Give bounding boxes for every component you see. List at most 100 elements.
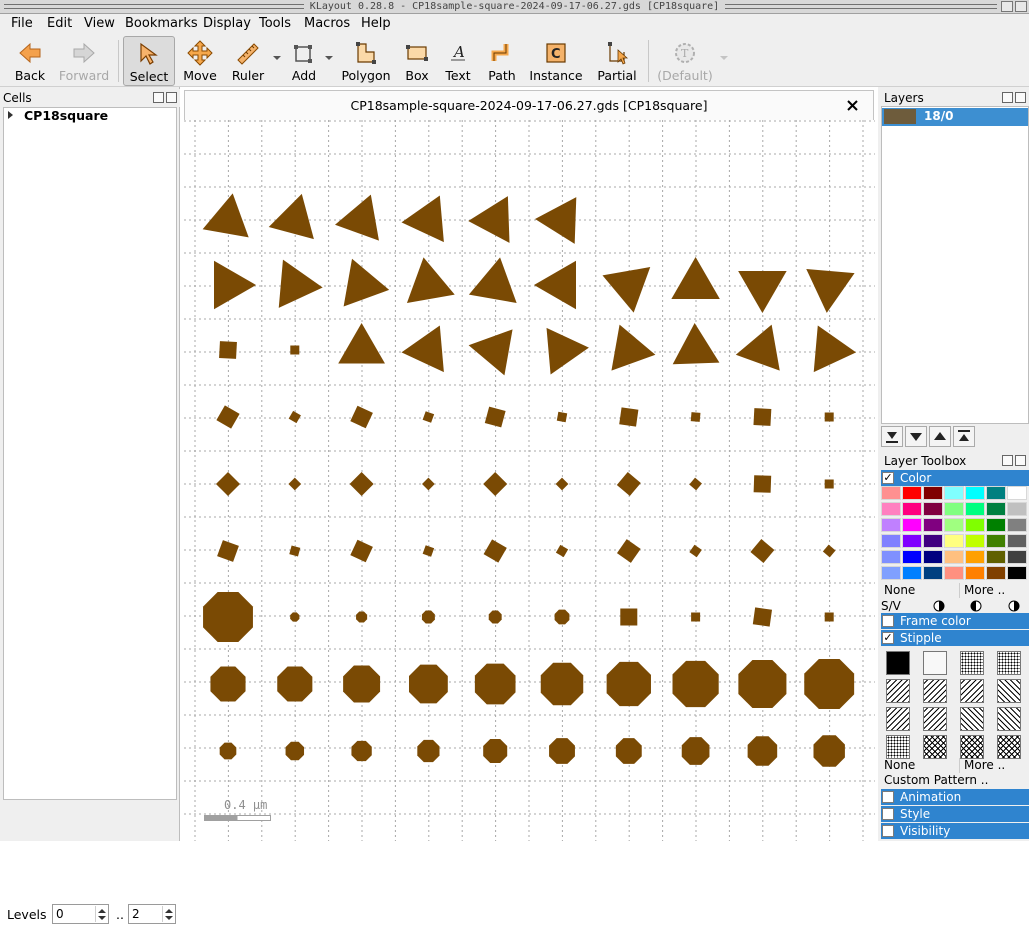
window-titlebar[interactable]: KLayout 0.28.8 - CP18sample-square-2024-… [0, 0, 1029, 14]
color-swatch[interactable] [881, 486, 901, 500]
toolbox-float-icon[interactable] [1002, 455, 1013, 466]
stipple-diag-left-thin-icon[interactable] [997, 707, 1021, 731]
color-swatch[interactable] [881, 534, 901, 548]
polygon-tool-button[interactable]: Polygon [340, 36, 392, 86]
color-swatch[interactable] [965, 518, 985, 532]
color-none-button[interactable]: None [884, 583, 915, 598]
color-swatch[interactable] [881, 566, 901, 580]
stipple-checker-icon[interactable] [960, 735, 984, 759]
stipple-diag-left-bold-icon[interactable] [997, 679, 1021, 703]
layers-close-icon[interactable] [1015, 92, 1026, 103]
stipple-more-button[interactable]: More .. [959, 758, 1005, 773]
stipple-checkbox[interactable]: ✓ [882, 632, 894, 644]
color-swatch[interactable] [881, 518, 901, 532]
color-more-button[interactable]: More .. [959, 583, 1005, 598]
ruler-dropdown-arrow-icon[interactable] [273, 56, 281, 60]
menu-display[interactable]: Display [203, 16, 251, 32]
add-dropdown-arrow-icon[interactable] [325, 56, 333, 60]
box-tool-button[interactable]: Box [398, 36, 436, 86]
color-swatch[interactable] [965, 486, 985, 500]
color-swatch[interactable] [902, 502, 922, 516]
color-swatch[interactable] [902, 550, 922, 564]
stipple-cross-hatch-icon[interactable] [923, 735, 947, 759]
color-swatch[interactable] [923, 486, 943, 500]
color-swatch[interactable] [1007, 566, 1027, 580]
default-template-button[interactable]: T (Default) [654, 36, 716, 86]
spin-arrows-icon[interactable] [95, 906, 107, 922]
expand-arrow-icon[interactable] [8, 111, 13, 119]
color-swatch[interactable] [986, 550, 1006, 564]
spin-arrows-icon[interactable] [162, 906, 174, 922]
color-swatch[interactable] [923, 502, 943, 516]
back-button[interactable]: Back [8, 36, 52, 86]
color-swatch[interactable] [923, 566, 943, 580]
frame-color-section-header[interactable]: Frame color [881, 613, 1029, 629]
path-tool-button[interactable]: Path [482, 36, 522, 86]
cells-float-icon[interactable] [153, 92, 164, 103]
close-window-button[interactable] [1015, 1, 1027, 12]
move-up-icon[interactable] [929, 426, 951, 447]
color-swatch[interactable] [965, 534, 985, 548]
menu-view[interactable]: View [84, 16, 115, 32]
color-swatch[interactable] [1007, 502, 1027, 516]
saturation-icon[interactable] [1008, 600, 1020, 612]
menu-macros[interactable]: Macros [304, 16, 350, 32]
frame-color-checkbox[interactable] [882, 615, 894, 627]
color-section-header[interactable]: ✓ Color [881, 470, 1029, 486]
style-section-header[interactable]: Style [881, 806, 1029, 822]
close-view-icon[interactable] [847, 100, 858, 111]
animation-section-header[interactable]: Animation [881, 789, 1029, 805]
color-swatch[interactable] [944, 502, 964, 516]
color-swatch[interactable] [881, 550, 901, 564]
maximize-button[interactable] [1001, 1, 1013, 12]
cell-item-top[interactable]: CP18square [24, 108, 108, 124]
partial-tool-button[interactable]: Partial [594, 36, 640, 86]
color-swatch[interactable] [1007, 534, 1027, 548]
stipple-diag-right-dense-icon[interactable] [886, 679, 910, 703]
stipple-none-button[interactable]: None [884, 758, 915, 773]
stipple-diamond-hatch-icon[interactable] [997, 735, 1021, 759]
color-swatch[interactable] [923, 534, 943, 548]
instance-tool-button[interactable]: C Instance [528, 36, 584, 86]
style-checkbox[interactable] [882, 808, 894, 820]
levels-to-spinbox[interactable]: 2 [128, 904, 176, 924]
color-swatch[interactable] [1007, 486, 1027, 500]
layer-row[interactable]: 18/0 [882, 108, 1028, 126]
color-swatch[interactable] [944, 534, 964, 548]
stipple-diag-right-bold-icon[interactable] [960, 679, 984, 703]
stipple-diag-right-thin-icon[interactable] [886, 707, 910, 731]
color-swatch[interactable] [944, 486, 964, 500]
stipple-empty-icon[interactable] [923, 651, 947, 675]
color-swatch[interactable] [902, 518, 922, 532]
ruler-tool-button[interactable]: Ruler [226, 36, 270, 86]
custom-pattern-button[interactable]: Custom Pattern .. [881, 773, 1029, 788]
color-swatch[interactable] [965, 566, 985, 580]
color-swatch[interactable] [923, 518, 943, 532]
move-down-icon[interactable] [905, 426, 927, 447]
color-swatch[interactable] [944, 566, 964, 580]
color-swatch[interactable] [902, 566, 922, 580]
text-tool-button[interactable]: A Text [440, 36, 476, 86]
color-swatch[interactable] [986, 534, 1006, 548]
layout-canvas[interactable]: 0.4 µm [184, 120, 875, 841]
stipple-cross-dots-icon[interactable] [886, 735, 910, 759]
stipple-dense-dots-icon[interactable] [960, 651, 984, 675]
stipple-section-header[interactable]: ✓ Stipple [881, 630, 1029, 646]
stipple-diag-right-wide-icon[interactable] [923, 707, 947, 731]
color-swatch[interactable] [944, 518, 964, 532]
color-swatch[interactable] [1007, 550, 1027, 564]
color-swatch[interactable] [944, 550, 964, 564]
move-tool-button[interactable]: Move [179, 36, 221, 86]
move-to-top-icon[interactable] [953, 426, 975, 447]
color-swatch[interactable] [965, 502, 985, 516]
color-swatch[interactable] [902, 486, 922, 500]
visibility-checkbox[interactable] [882, 825, 894, 837]
menu-tools[interactable]: Tools [259, 16, 291, 32]
levels-from-spinbox[interactable]: 0 [52, 904, 109, 924]
stipple-diag-left-icon[interactable] [960, 707, 984, 731]
color-swatch[interactable] [1007, 518, 1027, 532]
cells-close-icon[interactable] [166, 92, 177, 103]
menu-bookmarks[interactable]: Bookmarks [125, 16, 198, 32]
color-swatch[interactable] [881, 502, 901, 516]
stipple-solid-black-icon[interactable] [886, 651, 910, 675]
